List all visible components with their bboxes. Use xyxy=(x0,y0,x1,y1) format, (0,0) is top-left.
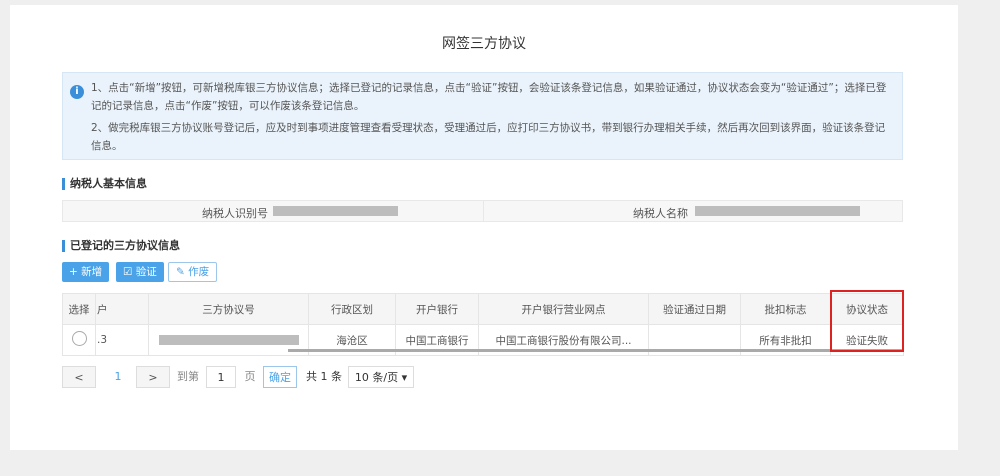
col-branch: 开户银行营业网点 xyxy=(478,293,649,325)
goto-label: 到第 xyxy=(177,370,199,383)
page-number[interactable]: 1 xyxy=(108,366,128,388)
verify-button[interactable]: ☑ 验证 xyxy=(116,262,164,282)
info-box: i 1、点击“新增”按钮，可新增税库银三方协议信息；选择已登记的记录信息，点击“… xyxy=(62,72,903,160)
col-select: 选择 xyxy=(62,293,96,325)
info-icon: i xyxy=(70,85,84,99)
void-button[interactable]: ✎ 作废 xyxy=(168,262,218,282)
agreement-no-redacted xyxy=(158,335,299,345)
confirm-button[interactable]: 确定 xyxy=(263,366,297,388)
col-batch-flag: 批扣标志 xyxy=(740,293,831,325)
taxpayer-id-value-redacted xyxy=(273,206,398,216)
col-verify-date: 验证通过日期 xyxy=(648,293,741,325)
page-unit-label: 页 xyxy=(244,370,256,383)
agreement-table: 选择 户 三方协议号 行政区划 开户银行 开户银行营业网点 验证通过日期 批扣标… xyxy=(62,293,904,356)
main-card: 网签三方协议 i 1、点击“新增”按钮，可新增税库银三方协议信息；选择已登记的记… xyxy=(10,5,958,450)
taxpayer-section-title: 纳税人基本信息 xyxy=(62,178,147,190)
registered-section-title: 已登记的三方协议信息 xyxy=(62,240,180,252)
taxpayer-name-value-redacted xyxy=(695,206,860,216)
taxpayer-name-label: 纳税人名称 xyxy=(633,207,688,220)
info-line-2: 2、做完税库银三方协议账号登记后，应及时到事项进度管理查看受理状态，受理通过后，… xyxy=(91,122,886,152)
col-agreement-no: 三方协议号 xyxy=(148,293,309,325)
info-line-1: 1、点击“新增”按钮，可新增税库银三方协议信息；选择已登记的记录信息，点击“验证… xyxy=(91,82,887,112)
col-district: 行政区划 xyxy=(308,293,396,325)
page-input[interactable]: 1 xyxy=(206,366,236,388)
col-bank: 开户银行 xyxy=(395,293,479,325)
table-header: 选择 户 三方协议号 行政区划 开户银行 开户银行营业网点 验证通过日期 批扣标… xyxy=(62,293,904,325)
status-highlight-box xyxy=(830,290,904,352)
row-radio[interactable] xyxy=(71,331,87,346)
next-page-button[interactable]: > xyxy=(136,366,170,388)
cell-account: .3 xyxy=(95,324,149,356)
horizontal-scrollbar[interactable] xyxy=(288,349,903,352)
taxpayer-row: 纳税人识别号 纳税人名称 xyxy=(62,200,903,222)
add-button[interactable]: + 新增 xyxy=(62,262,110,282)
page-title: 网签三方协议 xyxy=(442,36,526,52)
prev-page-button[interactable]: < xyxy=(62,366,96,388)
total-count: 共 1 条 xyxy=(306,370,342,383)
taxpayer-id-label: 纳税人识别号 xyxy=(202,207,268,220)
page-size-select[interactable]: 10 条/页 ▾ xyxy=(348,366,414,388)
col-account: 户 xyxy=(95,293,149,325)
